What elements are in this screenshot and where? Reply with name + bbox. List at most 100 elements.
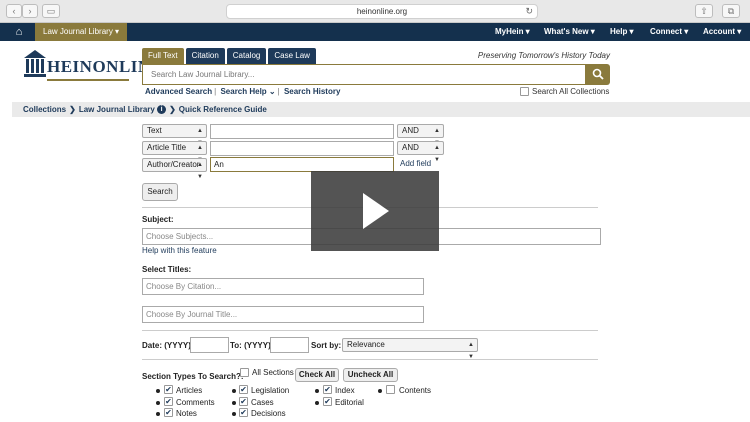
cases-checkbox[interactable]: ✔ — [239, 397, 248, 406]
search-help-link[interactable]: Search Help ⌄ — [220, 87, 275, 96]
address-bar[interactable]: heinonline.org ↻ — [226, 4, 538, 19]
quick-reference-link[interactable]: Quick Reference Guide — [179, 105, 267, 114]
help-menu[interactable]: Help ▾ — [610, 23, 634, 41]
advanced-search-link[interactable]: Advanced Search — [145, 87, 212, 96]
date-from-input[interactable] — [190, 337, 229, 353]
field-select-value: Author/Creator — [147, 160, 200, 169]
reload-icon[interactable]: ↻ — [525, 5, 533, 18]
divider — [142, 330, 598, 331]
library-menu[interactable]: Law Journal Library ▾ — [35, 23, 128, 41]
browser-toolbar: ‹ › ▭ heinonline.org ↻ ⇧ ⧉ — [0, 0, 750, 23]
sort-select[interactable]: Relevance ▲ ▼ — [342, 338, 478, 360]
search-all-collections[interactable]: Search All Collections — [520, 87, 609, 96]
index-label: Index — [335, 386, 355, 395]
contents-label: Contents — [399, 386, 432, 395]
field-select-3[interactable]: Author/Creator ▲ ▼ — [142, 158, 207, 180]
operator-select-1[interactable]: AND▲▼ — [397, 124, 444, 146]
date-from-label: Date: (YYYY) — [142, 341, 191, 350]
bullet — [156, 389, 160, 393]
date-to-input[interactable] — [270, 337, 309, 353]
breadcrumb: Collections ❯ Law Journal Library i ❯ Quick … — [12, 102, 750, 117]
select-titles-label: Select Titles: — [142, 265, 192, 274]
citation-input[interactable]: Choose By Citation... — [142, 278, 424, 295]
divider — [142, 359, 598, 360]
bullet — [378, 389, 382, 393]
decisions-label: Decisions — [251, 409, 286, 418]
top-nav-bar: ⌂ Law Journal Library ▾ MyHein ▾ What's … — [0, 23, 750, 41]
subject-label: Subject: — [142, 215, 174, 224]
tab-catalog[interactable]: Catalog — [226, 48, 267, 64]
forward-button[interactable]: › — [22, 4, 38, 18]
tab-full-text[interactable]: Full Text — [142, 48, 184, 64]
sort-by-label: Sort by: — [311, 341, 342, 350]
help-feature-link[interactable]: Help with this feature — [142, 246, 217, 255]
whats-new-menu[interactable]: What's New ▾ — [544, 23, 595, 41]
uncheck-all-button[interactable]: Uncheck All — [343, 368, 398, 382]
articles-label: Articles — [176, 386, 203, 395]
bullet — [156, 401, 160, 405]
sort-value: Relevance — [347, 340, 385, 349]
play-icon — [363, 193, 389, 229]
connect-menu[interactable]: Connect ▾ — [650, 23, 688, 41]
field-select-2[interactable]: Article Title▲▼ — [142, 141, 207, 163]
sidebar-icon[interactable]: ▭ — [42, 4, 60, 18]
search-button[interactable] — [586, 64, 610, 85]
cases-label: Cases — [251, 398, 274, 407]
check-all-button[interactable]: Check All — [295, 368, 339, 382]
search-icon — [592, 68, 604, 80]
section-types-label: Section Types To Search?: — [142, 372, 244, 381]
select-caret-icon: ▲▼ — [434, 145, 440, 163]
notes-checkbox[interactable]: ✔ — [164, 408, 173, 417]
add-field-link[interactable]: Add field — [400, 159, 431, 168]
account-menu[interactable]: Account ▾ — [703, 23, 741, 41]
field-select-value: Article Title — [147, 143, 187, 152]
search-history-link[interactable]: Search History — [284, 87, 340, 96]
heinonline-logo[interactable]: HEINONLINE — [22, 48, 162, 86]
submit-search-button[interactable]: Search — [142, 183, 178, 201]
tab-citation[interactable]: Citation — [185, 48, 225, 64]
contents-checkbox[interactable] — [386, 385, 395, 394]
all-sections-label: All Sections — [252, 368, 294, 377]
breadcrumb-collections[interactable]: Collections — [23, 105, 66, 114]
date-to-label: To: (YYYY) — [230, 341, 271, 350]
select-caret-icon: ▲▼ — [197, 162, 203, 180]
share-icon[interactable]: ⇧ — [695, 4, 713, 18]
all-sections-checkbox[interactable] — [240, 368, 249, 377]
decisions-checkbox[interactable]: ✔ — [239, 408, 248, 417]
articles-checkbox[interactable]: ✔ — [164, 385, 173, 394]
tab-case-law[interactable]: Case Law — [268, 48, 316, 64]
url-text: heinonline.org — [356, 7, 408, 16]
journal-title-input[interactable]: Choose By Journal Title... — [142, 306, 424, 323]
comments-checkbox[interactable]: ✔ — [164, 397, 173, 406]
bullet — [315, 389, 319, 393]
editorial-checkbox[interactable]: ✔ — [323, 397, 332, 406]
notes-label: Notes — [176, 409, 197, 418]
video-play-overlay[interactable] — [311, 171, 439, 251]
legislation-label: Legislation — [251, 386, 290, 395]
back-button[interactable]: ‹ — [6, 4, 22, 18]
main-search-input[interactable]: Search Law Journal Library... — [142, 64, 586, 85]
info-icon[interactable]: i — [157, 105, 167, 115]
operator-select-2[interactable]: AND ▲ ▼ — [397, 141, 444, 163]
tagline: Preserving Tomorrow's History Today — [477, 51, 610, 60]
breadcrumb-library[interactable]: Law Journal Library — [79, 105, 155, 114]
myhein-menu[interactable]: MyHein ▾ — [495, 23, 530, 41]
editorial-label: Editorial — [335, 398, 364, 407]
search-tabs: Full Text Citation Catalog Case Law — [142, 48, 316, 64]
index-checkbox[interactable]: ✔ — [323, 385, 332, 394]
search-links: Advanced Search | Search Help ⌄ | Search H… — [145, 87, 341, 96]
legislation-checkbox[interactable]: ✔ — [239, 385, 248, 394]
home-icon[interactable]: ⌂ — [6, 25, 32, 39]
term-input-2[interactable] — [210, 141, 394, 156]
operator-value: AND — [402, 143, 419, 152]
search-all-label: Search All Collections — [532, 87, 610, 96]
operator-value: AND — [402, 126, 419, 135]
term-input-1[interactable] — [210, 124, 394, 139]
search-all-checkbox[interactable] — [520, 87, 529, 96]
comments-label: Comments — [176, 398, 215, 407]
tabs-icon[interactable]: ⧉ — [722, 4, 740, 18]
field-select-1[interactable]: Text▲▼ — [142, 124, 207, 146]
bullet — [156, 412, 160, 416]
term-input-3[interactable]: An — [210, 157, 394, 172]
chevron-right-icon: ❯ — [169, 105, 176, 114]
